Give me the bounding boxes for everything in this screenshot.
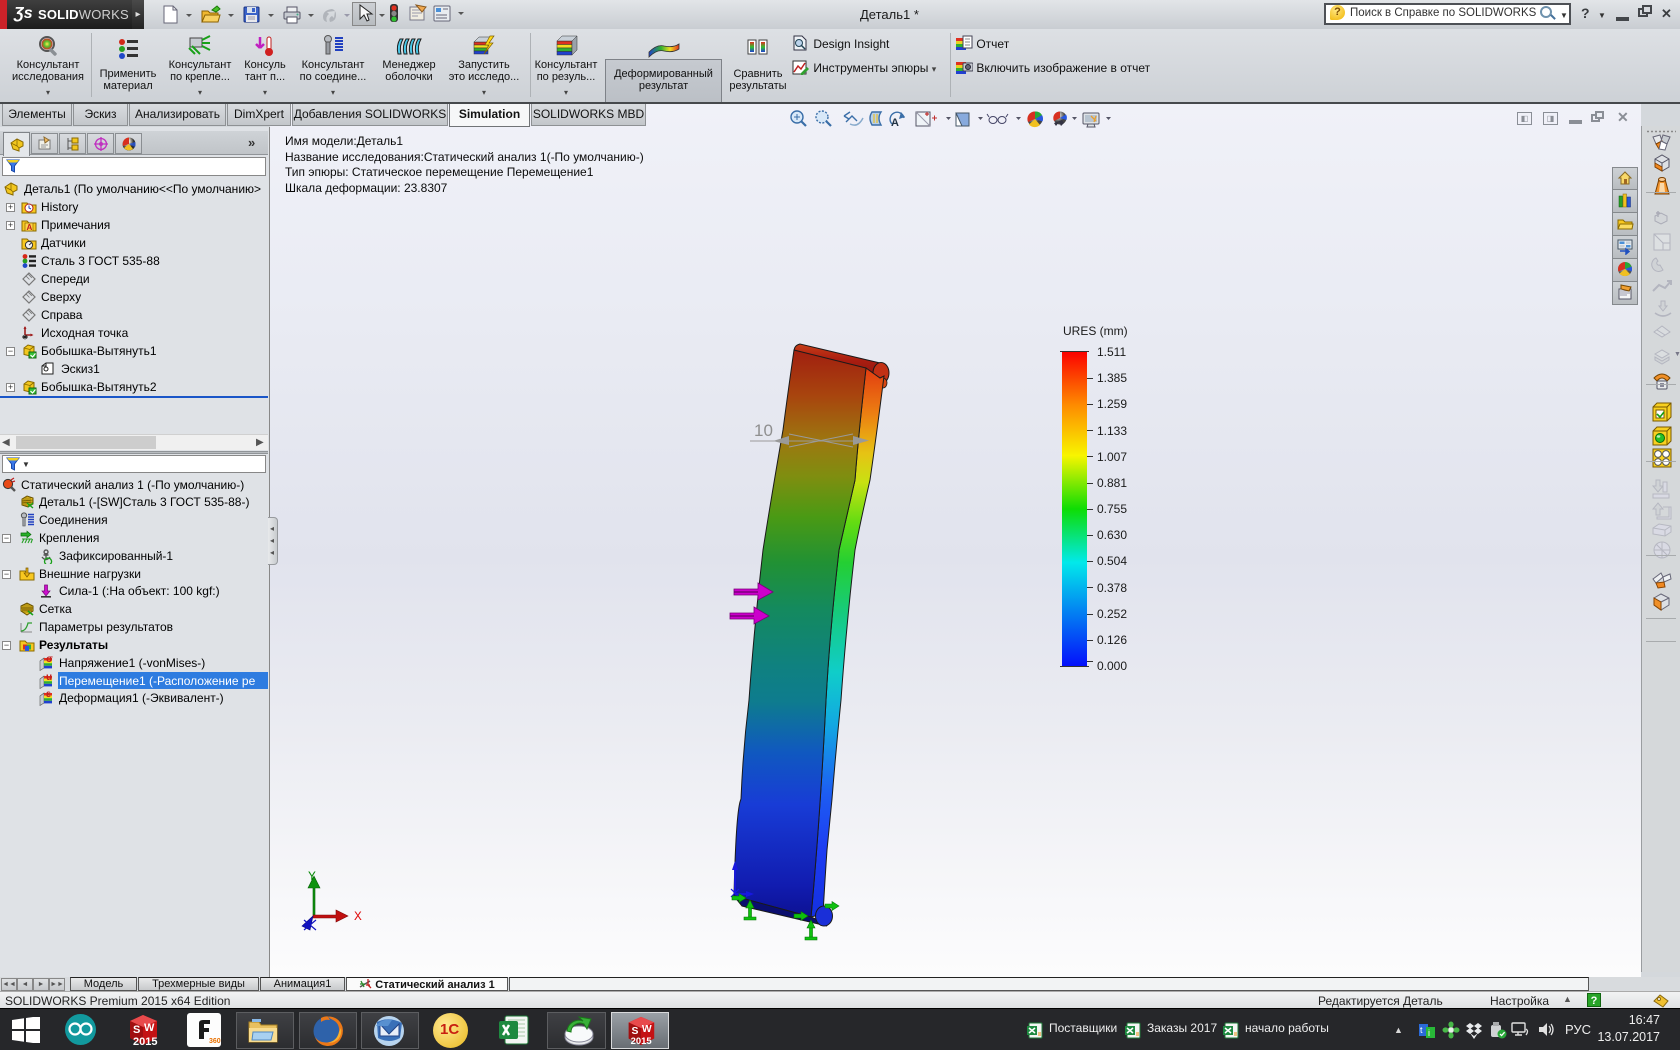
svg-text:2015: 2015 [133,1036,157,1048]
svg-text:i: i [1428,1028,1430,1038]
svg-text:X: X [354,909,362,924]
svg-text:S: S [133,1024,140,1036]
svg-text:W: W [642,1024,652,1035]
svg-text:S: S [632,1026,639,1037]
svg-text:10: 10 [754,421,773,440]
svg-text:360: 360 [209,1038,221,1045]
svg-text:W: W [144,1022,155,1034]
svg-text:2015: 2015 [631,1036,652,1047]
